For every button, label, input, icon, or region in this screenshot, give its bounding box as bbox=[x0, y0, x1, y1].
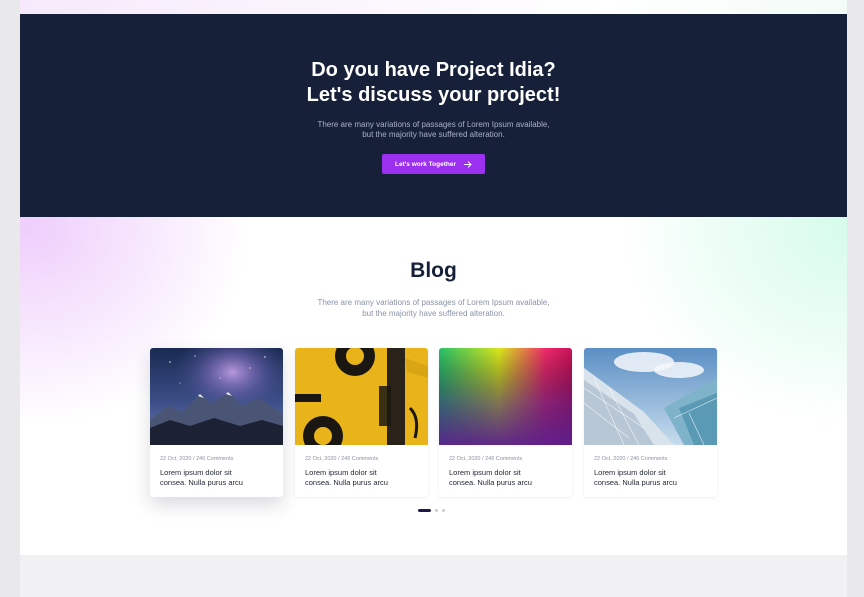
cta-title: Do you have Project Idia? Let's discuss … bbox=[20, 58, 847, 108]
glass-building-image bbox=[584, 348, 717, 445]
card-title-line-2: consea. Nulla purus arcu bbox=[305, 478, 388, 487]
cta-section: Do you have Project Idia? Let's discuss … bbox=[20, 14, 847, 217]
blog-card[interactable]: 22 Oct, 2020 / 246 Comments Lorem ipsum … bbox=[439, 348, 572, 497]
lets-work-together-button[interactable]: Let's work Together bbox=[382, 154, 485, 174]
blog-subtitle: There are many variations of passages of… bbox=[20, 297, 847, 319]
cta-title-line-2: Let's discuss your project! bbox=[306, 84, 561, 106]
slider-dot[interactable] bbox=[442, 508, 445, 512]
card-meta: 22 Oct, 2020 / 246 Comments bbox=[160, 456, 234, 462]
card-title[interactable]: Lorem ipsum dolor sit consea. Nulla puru… bbox=[160, 468, 278, 488]
page: Do you have Project Idia? Let's discuss … bbox=[20, 0, 847, 597]
cta-title-line-1: Do you have Project Idia? bbox=[311, 59, 556, 81]
mountains-starry-sky-image bbox=[150, 348, 283, 445]
card-meta: 22 Oct, 2020 / 246 Comments bbox=[594, 456, 668, 462]
card-title-line-1: Lorem ipsum dolor sit bbox=[594, 468, 666, 477]
blog-subtitle-line-1: There are many variations of passages of… bbox=[317, 298, 550, 307]
color-gradient-image bbox=[439, 348, 572, 445]
cta-subtitle: There are many variations of passages of… bbox=[20, 120, 847, 140]
blog-title: Blog bbox=[410, 259, 457, 282]
card-title[interactable]: Lorem ipsum dolor sit consea. Nulla puru… bbox=[594, 468, 712, 488]
arrow-right-icon bbox=[464, 160, 472, 168]
card-title-line-1: Lorem ipsum dolor sit bbox=[305, 468, 377, 477]
card-title-line-2: consea. Nulla purus arcu bbox=[160, 478, 243, 487]
next-section bbox=[20, 555, 847, 597]
yellow-abstract-paint-image bbox=[295, 348, 428, 445]
card-title-line-1: Lorem ipsum dolor sit bbox=[449, 468, 521, 477]
card-title-line-1: Lorem ipsum dolor sit bbox=[160, 468, 232, 477]
cta-subtitle-line-1: There are many variations of passages of… bbox=[317, 120, 550, 129]
card-meta: 22 Oct, 2020 / 246 Comments bbox=[305, 456, 379, 462]
card-title[interactable]: Lorem ipsum dolor sit consea. Nulla puru… bbox=[449, 468, 567, 488]
card-meta: 22 Oct, 2020 / 246 Comments bbox=[449, 456, 523, 462]
slider-pagination bbox=[418, 508, 445, 512]
blog-card[interactable]: 22 Oct, 2020 / 246 Comments Lorem ipsum … bbox=[584, 348, 717, 497]
card-title-line-2: consea. Nulla purus arcu bbox=[594, 478, 677, 487]
slider-dot-active[interactable] bbox=[418, 508, 431, 512]
top-section-edge bbox=[20, 0, 847, 14]
blog-card[interactable]: 22 Oct, 2020 / 246 Comments Lorem ipsum … bbox=[150, 348, 283, 497]
cta-subtitle-line-2: but the majority have suffered alteratio… bbox=[362, 130, 505, 139]
blog-subtitle-line-2: but the majority have suffered alteratio… bbox=[362, 309, 505, 318]
card-title-line-2: consea. Nulla purus arcu bbox=[449, 478, 532, 487]
blog-card[interactable]: 22 Oct, 2020 / 246 Comments Lorem ipsum … bbox=[295, 348, 428, 497]
blog-section: Blog There are many variations of passag… bbox=[20, 217, 847, 555]
slider-dot[interactable] bbox=[435, 508, 438, 512]
card-title[interactable]: Lorem ipsum dolor sit consea. Nulla puru… bbox=[305, 468, 423, 488]
cta-button-label: Let's work Together bbox=[394, 160, 457, 168]
